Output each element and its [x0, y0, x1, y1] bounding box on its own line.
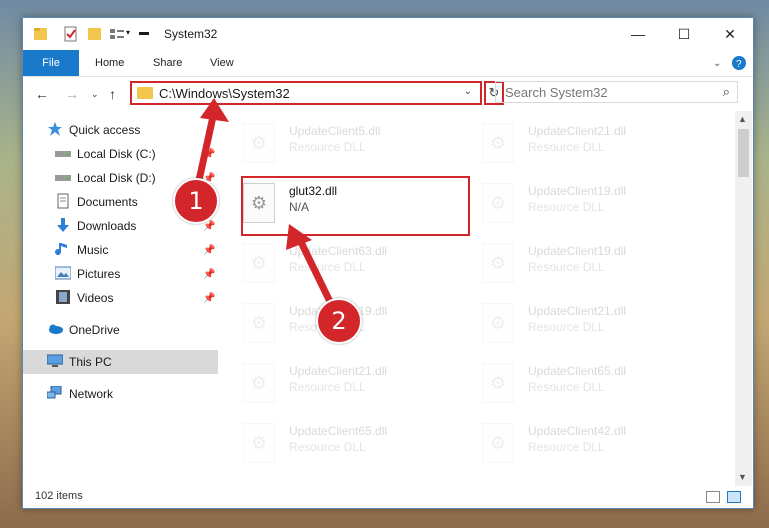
- callout-arrows: [192, 98, 340, 316]
- callout-badge-1: 1: [173, 178, 219, 224]
- arrow-2-head: [286, 224, 312, 250]
- callout-badge-2: 2: [316, 298, 362, 344]
- arrow-1-head: [200, 98, 229, 122]
